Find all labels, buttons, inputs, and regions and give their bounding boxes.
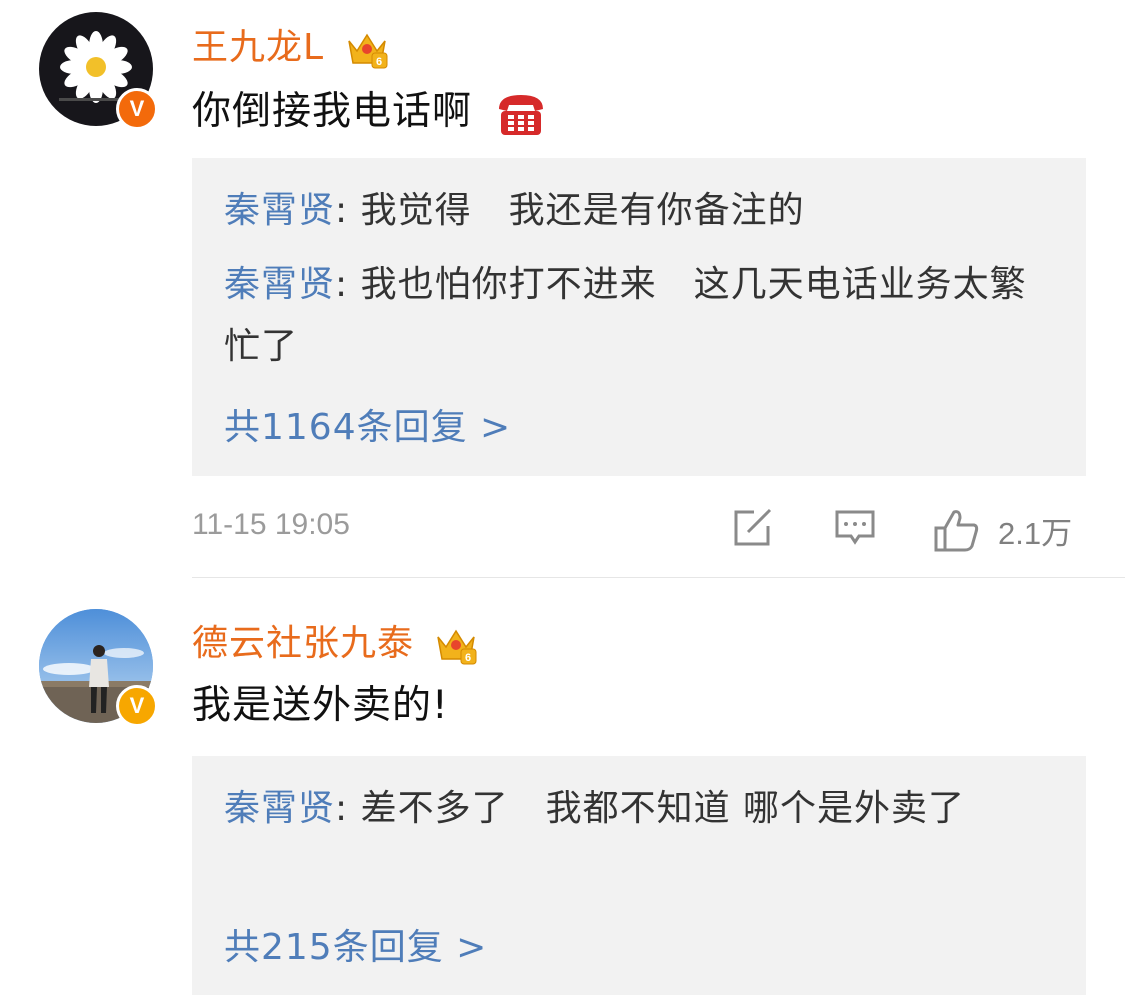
svg-text:6: 6 (465, 652, 472, 664)
reply-author[interactable]: 秦霄贤 (224, 264, 335, 305)
comment-content: 你倒接我电话啊 (192, 80, 549, 139)
username-text[interactable]: 德云社张九泰 (192, 623, 414, 664)
comment-text: 你倒接我电话啊 (192, 89, 473, 134)
share-button[interactable] (732, 508, 774, 552)
like-count: 2.1万 (998, 516, 1073, 551)
comment-button[interactable] (834, 508, 876, 552)
reply-item[interactable]: 秦霄贤: 差不多了 我都不知道 哪个是外卖了 (224, 778, 1044, 840)
like-icon (934, 510, 979, 552)
share-icon (734, 508, 772, 546)
comment-icon (835, 510, 875, 545)
comment-item: V 德云社张九泰 6 我是送外卖的! 秦霄贤: 差不多了 我都不知道 哪个是外卖… (0, 578, 1125, 995)
comment-content: 我是送外卖的! (192, 683, 449, 728)
crown-level-6-icon: 6 (437, 629, 477, 665)
reply-preview-box[interactable]: 秦霄贤: 我觉得 我还是有你备注的 秦霄贤: 我也怕你打不进来 这几天电话业务太… (192, 158, 1086, 476)
more-replies-link[interactable]: 共1164条回复 > (224, 398, 511, 450)
comment-timestamp: 11-15 19:05 (192, 508, 350, 541)
username-text[interactable]: 王九龙L (192, 27, 324, 68)
username[interactable]: 王九龙L 6 (192, 18, 389, 70)
reply-item[interactable]: 秦霄贤: 我也怕你打不进来 这几天电话业务太繁忙了 (224, 254, 1044, 378)
reply-colon: : (335, 264, 361, 305)
reply-author[interactable]: 秦霄贤 (224, 190, 335, 231)
crown-level-6-icon: 6 (347, 33, 388, 69)
username[interactable]: 德云社张九泰 6 (192, 614, 478, 666)
reply-preview-box[interactable]: 秦霄贤: 差不多了 我都不知道 哪个是外卖了 共215条回复 > (192, 756, 1086, 995)
svg-text:6: 6 (375, 56, 382, 68)
reply-colon: : (335, 190, 361, 231)
telephone-icon (499, 94, 544, 135)
like-button[interactable] (932, 508, 980, 556)
reply-author[interactable]: 秦霄贤 (224, 788, 335, 829)
more-replies-link[interactable]: 共215条回复 > (224, 918, 487, 970)
reply-item[interactable]: 秦霄贤: 我觉得 我还是有你备注的 (224, 180, 1044, 242)
verified-v-icon: V (116, 88, 158, 130)
reply-colon: : (335, 788, 361, 829)
verified-v-icon: V (116, 685, 158, 727)
reply-text: 我觉得 我还是有你备注的 (360, 190, 805, 231)
comment-item: V 王九龙L 6 你倒接我电话啊 秦霄贤: 我觉得 我还是有你备注的 秦霄贤: … (0, 0, 1125, 578)
reply-text: 差不多了 我都不知道 哪个是外卖了 (360, 788, 966, 829)
